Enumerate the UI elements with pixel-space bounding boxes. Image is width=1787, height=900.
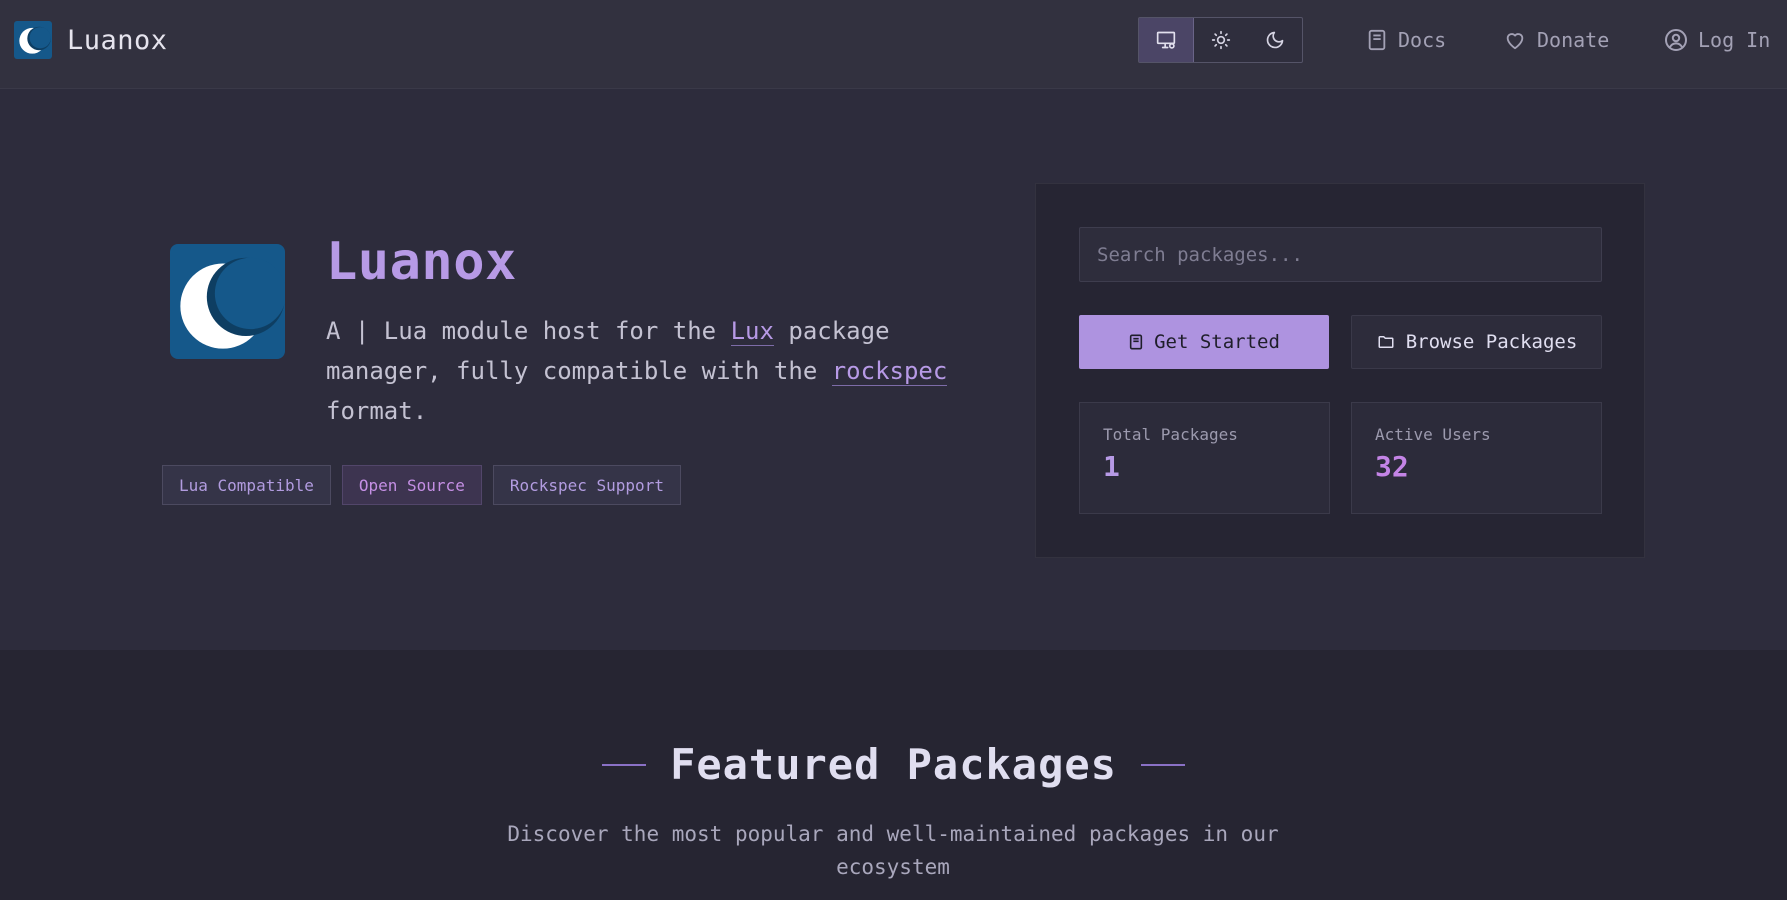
badge-lua-compatible: Lua Compatible [162, 465, 331, 505]
theme-toggle [1138, 17, 1303, 63]
search-panel: Get Started Browse Packages Total Packag… [1035, 183, 1645, 558]
stat-total-packages: Total Packages 1 [1079, 402, 1330, 514]
hero-logo-moon-icon [170, 244, 285, 359]
theme-dark-button[interactable] [1248, 18, 1302, 62]
moon-icon [1266, 31, 1284, 49]
stat-value: 1 [1103, 450, 1120, 483]
logo-moon-icon [14, 21, 52, 59]
nav-docs-label: Docs [1398, 28, 1447, 52]
featured-heading: Featured Packages [0, 740, 1787, 789]
top-nav: Luanox Docs Donate Log In [0, 0, 1787, 89]
nav-login-label: Log In [1698, 28, 1771, 52]
feature-badges: Lua Compatible Open Source Rockspec Supp… [162, 465, 692, 505]
monitor-icon [1156, 31, 1176, 49]
rockspec-link[interactable]: rockspec [831, 357, 948, 386]
stat-active-users: Active Users 32 [1351, 402, 1602, 514]
featured-subtitle: Discover the most popular and well-maint… [507, 822, 1279, 879]
heart-icon [1506, 33, 1524, 50]
hero-title: Luanox [326, 232, 517, 292]
user-icon [1665, 29, 1687, 51]
brand[interactable]: Luanox [14, 21, 168, 59]
featured-title: Featured Packages [670, 740, 1117, 789]
folder-icon [1378, 336, 1394, 348]
nav-donate-link[interactable]: Donate [1503, 27, 1609, 53]
stat-label: Total Packages [1103, 425, 1238, 444]
lux-link[interactable]: Lux [730, 317, 774, 346]
get-started-label: Get Started [1154, 331, 1280, 353]
theme-system-button[interactable] [1139, 18, 1194, 62]
book-icon [1368, 29, 1386, 51]
nav-docs-link[interactable]: Docs [1366, 27, 1446, 53]
badge-rockspec-support: Rockspec Support [492, 465, 681, 505]
hero-section: Luanox A | Lua module host for the Lux p… [0, 89, 1787, 650]
search-input[interactable] [1079, 227, 1602, 282]
stat-value: 32 [1375, 450, 1409, 483]
book-icon [1129, 334, 1143, 350]
nav-donate-label: Donate [1537, 28, 1610, 52]
browse-packages-button[interactable]: Browse Packages [1351, 315, 1602, 369]
theme-light-button[interactable] [1194, 18, 1248, 62]
hero-description: A | Lua module host for the Lux package … [326, 317, 948, 425]
heading-divider-left [602, 763, 647, 766]
browse-packages-label: Browse Packages [1405, 331, 1578, 353]
brand-name: Luanox [67, 24, 168, 56]
nav-login-link[interactable]: Log In [1664, 27, 1770, 53]
featured-section: Featured Packages Discover the most popu… [0, 650, 1787, 900]
stat-label: Active Users [1375, 425, 1491, 444]
get-started-button[interactable]: Get Started [1079, 315, 1329, 369]
sun-icon [1211, 30, 1231, 50]
badge-open-source: Open Source [341, 465, 482, 505]
heading-divider-right [1140, 763, 1185, 766]
